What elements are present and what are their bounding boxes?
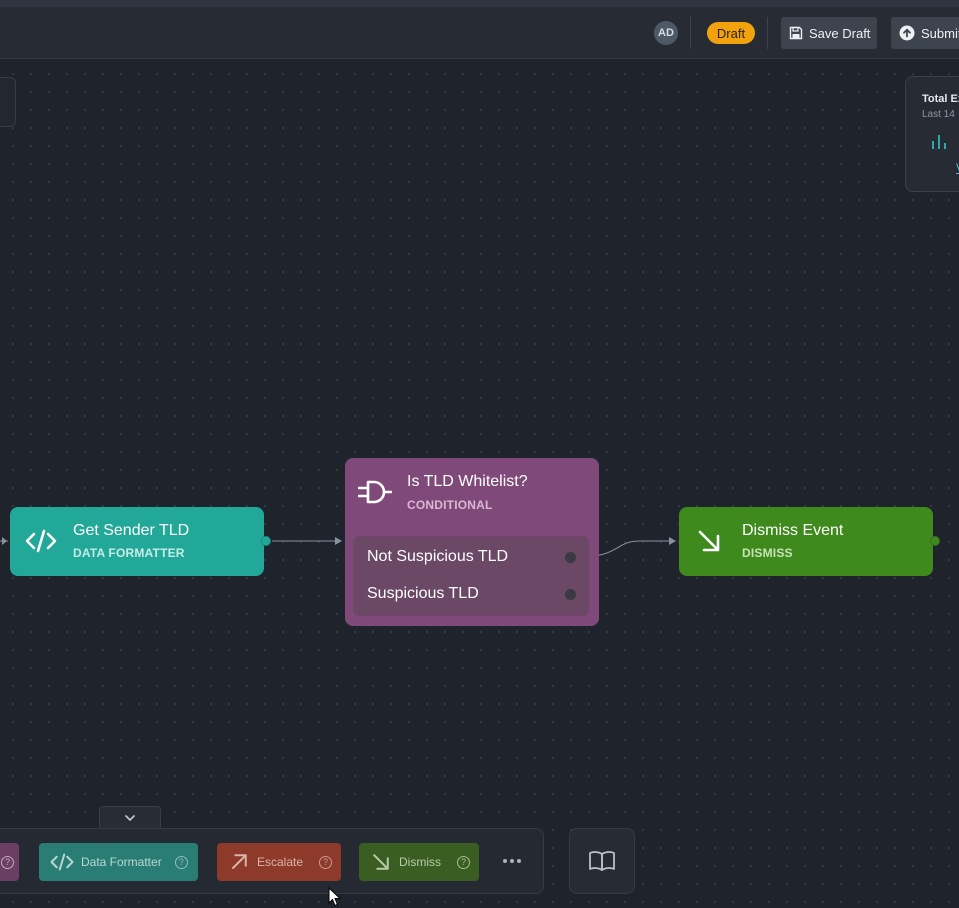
node-type: DATA FORMATTER	[73, 546, 185, 560]
chevron-down-icon	[125, 814, 135, 821]
code-icon	[50, 853, 74, 871]
branch-port-suspicious[interactable]	[565, 589, 576, 600]
connection-edges	[0, 537, 676, 558]
palette-item-dismiss[interactable]: Dismiss ?	[359, 843, 479, 881]
palette-item-label: Escalate	[257, 855, 304, 869]
plug-icon	[358, 480, 392, 504]
palette-item-conditional[interactable]: ?	[0, 843, 19, 881]
output-port[interactable]	[261, 536, 271, 546]
node-title: Is TLD Whitelist?	[407, 473, 528, 490]
mouse-cursor-icon	[328, 887, 342, 907]
help-icon[interactable]: ?	[457, 855, 470, 869]
palette-item-escalate[interactable]: Escalate ?	[217, 843, 341, 881]
ellipsis-icon[interactable]	[502, 856, 522, 866]
palette-item-label: Dismiss	[399, 855, 441, 869]
documentation-button[interactable]	[569, 828, 635, 894]
node-type: DISMISS	[742, 546, 793, 560]
palette-item-data-formatter[interactable]: Data Formatter ?	[39, 843, 198, 881]
node-title: Get Sender TLD	[73, 522, 190, 539]
book-icon	[589, 851, 615, 871]
branch-label: Suspicious TLD	[367, 585, 479, 602]
node-get-sender-tld[interactable]: Get Sender TLD DATA FORMATTER	[10, 507, 264, 576]
code-icon	[25, 529, 57, 553]
node-title: Dismiss Event	[742, 522, 844, 539]
arrow-down-right-icon	[373, 854, 389, 870]
arrow-down-right-icon	[698, 530, 720, 552]
help-icon[interactable]: ?	[319, 855, 333, 869]
arrow-up-right-icon	[232, 854, 247, 869]
output-port[interactable]	[930, 536, 940, 546]
collapse-palette-tab[interactable]	[99, 806, 161, 828]
conditional-branches: Not Suspicious TLD Suspicious TLD	[353, 536, 589, 616]
help-icon[interactable]: ?	[174, 855, 188, 869]
branch-port-not-suspicious[interactable]	[565, 552, 576, 563]
branch-label: Not Suspicious TLD	[367, 548, 509, 565]
node-dismiss-event[interactable]: Dismiss Event DISMISS	[679, 507, 933, 576]
node-type: CONDITIONAL	[407, 498, 493, 512]
palette-item-label: Data Formatter	[81, 855, 162, 869]
help-icon[interactable]: ?	[1, 855, 14, 869]
